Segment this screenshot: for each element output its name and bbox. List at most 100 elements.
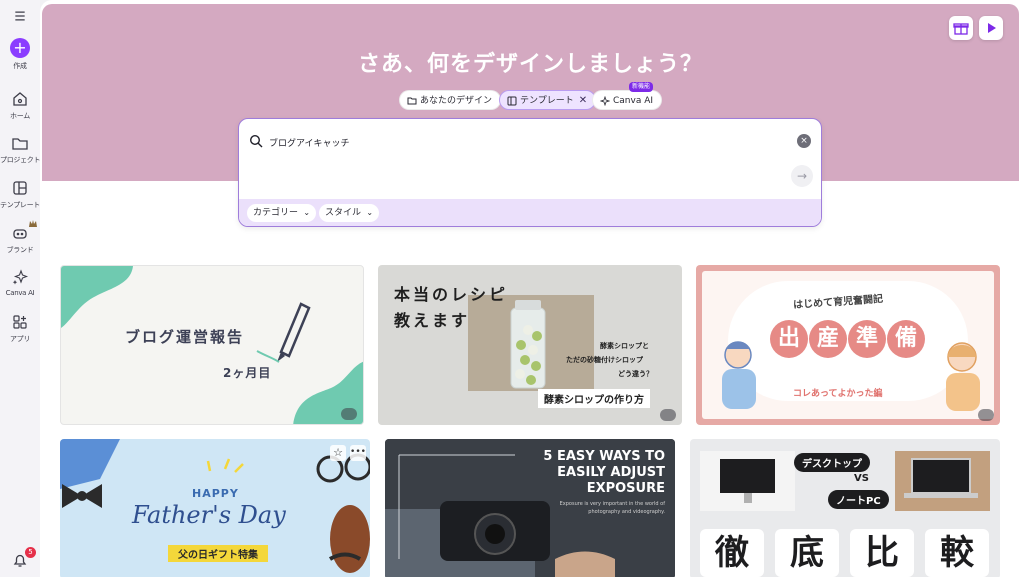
filter-bar: カテゴリー ⌄ スタイル ⌄ [239, 199, 821, 226]
notification-badge: 5 [25, 547, 36, 558]
clear-search-button[interactable]: × [797, 134, 811, 148]
card-note-1: 酵素シロップと [600, 342, 649, 350]
sidebar-item-projects[interactable]: プロジェクト [0, 134, 41, 165]
search-value: ブログアイキャッチ [269, 139, 350, 149]
star-icon[interactable]: ☆ [330, 445, 346, 461]
card-caption: 酵素シロップの作り方 [538, 389, 650, 408]
chip-templates[interactable]: テンプレート ✕ [499, 90, 597, 110]
card-caption: コレあってよかった編 [793, 389, 883, 399]
big-char: 比 [850, 529, 914, 577]
big-char: 出 [770, 320, 808, 358]
canva-home: + 作成 ホーム プロジェクト テンプレート ブランド Canva AI アプリ [0, 0, 1024, 577]
sidebar-item-apps[interactable]: アプリ [0, 313, 40, 344]
card-label-2: ノートPC [828, 490, 889, 509]
template-card-childbirth[interactable]: はじめて育児奮闘記 出 産 準 備 コレあってよかった編 [696, 265, 1000, 425]
big-char: 徹 [700, 529, 764, 577]
big-char: 備 [887, 320, 925, 358]
notifications-button[interactable]: 5 [0, 547, 40, 569]
card-body-2: photography and videography. [588, 509, 665, 515]
sidebar-item-templates[interactable]: テンプレート [0, 179, 40, 210]
home-icon [13, 92, 27, 106]
sidebar-item-canva-ai[interactable]: Canva AI [0, 268, 40, 297]
apps-icon [13, 315, 27, 329]
gift-icon [953, 23, 969, 35]
sparkle-icon [600, 96, 610, 106]
card-line3: EXPOSURE [586, 481, 665, 496]
template-card-fathers-day[interactable]: HAPPY Father's Day 父の日ギフト特集 ☆ ••• [60, 439, 370, 577]
sidebar-item-label: テンプレート [0, 201, 40, 209]
jar-illustration [510, 300, 546, 389]
page-title: さあ、何をデザインしましょう？ [357, 52, 703, 77]
card-caption: 父の日ギフト特集 [168, 545, 268, 562]
card-line1: 5 EASY WAYS TO [543, 449, 665, 464]
submit-search-button[interactable]: → [791, 165, 813, 187]
filter-label: スタイル [325, 208, 362, 218]
plus-icon: + [10, 38, 30, 58]
mode-chips: あなたのデザイン テンプレート ✕ Canva AI 新機能 [42, 82, 1019, 110]
card-line2: EASILY ADJUST [557, 465, 665, 480]
filter-label: カテゴリー [253, 208, 299, 218]
chip-your-designs[interactable]: あなたのデザイン [399, 90, 502, 110]
template-card-desktop-vs-laptop[interactable]: デスクトップ VS ノートPC 徹 底 比 較 [690, 439, 1000, 577]
chip-label: あなたのデザイン [420, 96, 493, 106]
chevron-down-icon: ⌄ [303, 208, 311, 217]
folder-icon [12, 138, 28, 150]
search-input[interactable]: ブログアイキャッチ × → [239, 119, 821, 199]
template-card-exposure[interactable]: 5 EASY WAYS TO EASILY ADJUST EXPOSURE Ex… [385, 439, 675, 577]
sidebar-item-label: ホーム [10, 112, 30, 120]
filter-category[interactable]: カテゴリー ⌄ [247, 204, 317, 222]
search-icon [249, 134, 263, 148]
sidebar-item-label: Canva AI [5, 289, 35, 297]
card-subtitle: 2ヶ月目 [223, 366, 272, 380]
folder-icon [407, 97, 417, 105]
sparkle-icon [12, 269, 29, 285]
template-icon [13, 181, 27, 195]
card-vs: VS [854, 473, 869, 484]
main-panel: さあ、何をデザインしましょう？ あなたのデザイン テンプレート ✕ Canva A… [40, 0, 1024, 577]
chip-label: テンプレート [520, 96, 574, 106]
parent-illustration [722, 341, 756, 409]
close-icon[interactable]: ✕ [579, 95, 587, 106]
chip-canva-ai[interactable]: Canva AI 新機能 [592, 82, 663, 110]
sidebar-item-label: プロジェクト [0, 156, 41, 164]
card-line2: Father's Day [132, 501, 286, 529]
crown-icon [29, 220, 37, 227]
card-line1: HAPPY [192, 487, 239, 500]
template-card-blog-report[interactable]: ブログ運営報告 2ヶ月目 [60, 265, 364, 425]
card-label-1: デスクトップ [794, 453, 870, 472]
card-note-3: どう違う？ [618, 370, 653, 378]
search-panel: ブログアイキャッチ × → カテゴリー ⌄ スタイル ⌄ [238, 118, 822, 227]
big-char: 産 [809, 320, 847, 358]
present-button[interactable] [979, 16, 1003, 40]
filter-style[interactable]: スタイル ⌄ [319, 204, 380, 222]
sidebar-item-label: ブランド [6, 246, 34, 254]
menu-button[interactable] [0, 9, 40, 23]
big-char: 較 [925, 529, 989, 577]
card-title: ブログ運営報告 [125, 328, 245, 346]
brand-icon [13, 229, 27, 239]
chip-label: Canva AI [613, 96, 654, 106]
big-char: 準 [848, 320, 886, 358]
premium-crown-icon [978, 409, 994, 421]
card-body-1: Exposure is very important in the world … [559, 501, 665, 507]
template-card-recipe[interactable]: 本当のレシピ 教えます 酵素シロップと ただの砂糖付けシロップ どう違う？ 酵素… [378, 265, 682, 425]
play-icon [988, 23, 996, 33]
sidebar-item-home[interactable]: ホーム [0, 90, 40, 121]
sidebar-item-label: アプリ [9, 335, 31, 343]
sidebar-item-create[interactable]: + 作成 [0, 38, 40, 71]
card-big-chars: 出 産 準 備 [770, 320, 926, 360]
new-badge: 新機能 [629, 82, 654, 92]
chevron-down-icon: ⌄ [366, 208, 374, 217]
hamburger-icon [15, 11, 25, 21]
card-title-line1: 本当のレシピ [394, 285, 509, 304]
sidebar: + 作成 ホーム プロジェクト テンプレート ブランド Canva AI アプリ [0, 0, 41, 577]
gift-button[interactable] [949, 16, 973, 40]
mother-illustration [946, 342, 980, 411]
card-title-line2: 教えます [394, 311, 471, 330]
sidebar-item-brand[interactable]: ブランド [0, 220, 40, 255]
big-char: 底 [775, 529, 839, 577]
more-options-icon[interactable]: ••• [350, 445, 366, 461]
template-icon [507, 96, 517, 106]
card-note-2: ただの砂糖付けシロップ [566, 356, 643, 364]
premium-crown-icon [660, 409, 676, 421]
